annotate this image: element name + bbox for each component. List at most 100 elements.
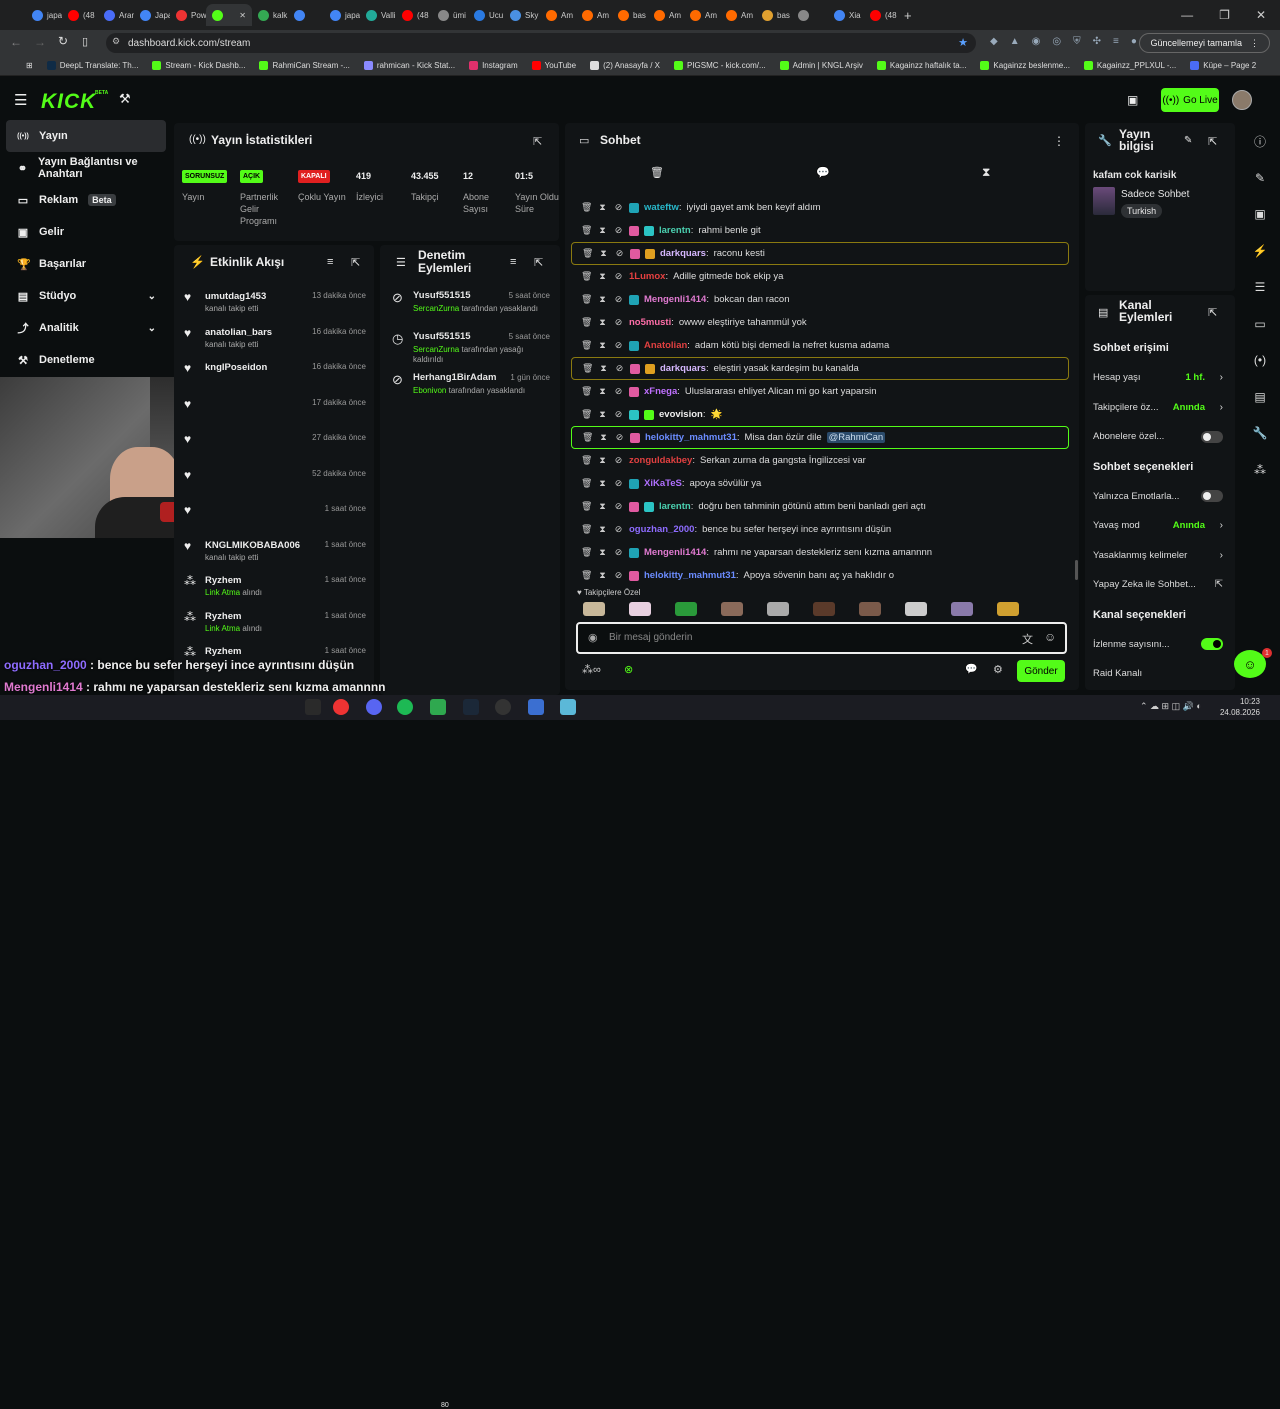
followers-only-row[interactable]: Takipçilere öz... Anında › [1093, 393, 1227, 423]
chat-scrollbar[interactable] [1075, 560, 1078, 580]
apps-grid-icon[interactable]: ⊞ [26, 61, 33, 70]
chat-bubble-icon[interactable]: 💬 [965, 664, 977, 675]
ban-icon[interactable]: ⊘ [613, 202, 624, 213]
popout-icon[interactable]: ⇱ [1208, 306, 1217, 319]
browser-tab[interactable]: Aran [98, 4, 134, 26]
browser-tab[interactable]: Valli [360, 4, 396, 26]
chat-mention[interactable]: @RahmiCan [826, 432, 886, 443]
subs-only-toggle[interactable] [1201, 430, 1223, 443]
filter-icon[interactable]: ≡ [327, 256, 333, 268]
share-icon[interactable]: ⁂ [1240, 452, 1280, 489]
bookmark-item[interactable]: rahmican - Kick Stat... [363, 61, 455, 70]
trash-icon[interactable]: 🗑 [581, 547, 592, 558]
bookmark-item[interactable]: Kagainzz beslenme... [980, 61, 1070, 70]
ban-icon[interactable]: ⊘ [613, 294, 624, 305]
steam-icon[interactable] [463, 699, 479, 715]
back-icon[interactable]: ← [10, 35, 22, 49]
ai-chat-row[interactable]: Yapay Zeka ile Sohbet... ⇱ [1093, 570, 1227, 600]
bookmark-star-icon[interactable]: ★ [958, 36, 968, 49]
trash-icon[interactable]: 🗑 [582, 248, 593, 259]
emote-only-toggle[interactable] [1201, 490, 1223, 503]
trash-icon[interactable]: 🗑 [581, 271, 592, 282]
stats-icon[interactable]: ▤ [1240, 379, 1280, 416]
ban-icon[interactable]: ⊘ [614, 432, 625, 443]
forward-icon[interactable]: → [34, 35, 46, 49]
ban-icon[interactable]: ⊘ [613, 478, 624, 489]
popout-icon[interactable]: ⇱ [351, 256, 360, 269]
emoji-icon[interactable]: ☺ [1044, 630, 1056, 644]
restore-icon[interactable]: ❐ [1219, 8, 1230, 22]
chat-username[interactable]: wateftw [644, 202, 679, 213]
chrome-icon[interactable] [333, 699, 349, 715]
bookmark-item[interactable]: PIGSMC - kick.com/... [674, 61, 766, 70]
app-icon[interactable] [528, 699, 544, 715]
sidebar-item-5[interactable]: ▤ Stüdyo ⌄ [0, 280, 172, 312]
bolt-icon[interactable]: ⚡ [1240, 233, 1280, 270]
chat-username[interactable]: zonguldakbey [629, 455, 692, 466]
sidebar-item-2[interactable]: ▭ Reklam Beta [0, 184, 172, 216]
timeout-icon[interactable]: ⧗ [597, 524, 608, 535]
browser-tab[interactable]: kalk [252, 4, 288, 26]
hammer-icon[interactable]: ⚒ [119, 91, 131, 107]
sidepanel-icon[interactable]: ▯ [82, 35, 88, 48]
broadcast-icon[interactable]: (•) [1240, 342, 1280, 379]
chat-username[interactable]: Mengenli1414 [644, 547, 706, 558]
chat-username[interactable]: darkquars [660, 248, 706, 259]
user-avatar[interactable] [1232, 90, 1252, 110]
close-tab-icon[interactable]: ✕ [239, 11, 246, 20]
view-count-toggle[interactable] [1201, 638, 1223, 651]
emote-icon[interactable] [629, 602, 651, 616]
timeout-icon[interactable]: ⧗ [597, 455, 608, 466]
chat-username[interactable]: 1Lumox [629, 271, 665, 282]
bookmark-item[interactable]: RahmiCan Stream -... [259, 61, 350, 70]
browser-tab[interactable]: (48 [62, 4, 98, 26]
emote-icon[interactable] [905, 602, 927, 616]
bookmark-item[interactable]: Instagram [469, 61, 518, 70]
chat-username[interactable]: oguzhan_2000 [629, 524, 694, 535]
chat-username[interactable]: no5musti [629, 317, 671, 328]
timeout-icon[interactable]: ⧗ [597, 570, 608, 581]
ban-icon[interactable]: ⊘ [613, 524, 624, 535]
trash-icon[interactable]: 🗑 [581, 386, 592, 397]
trash-icon[interactable]: 🗑 [581, 409, 592, 420]
timeout-icon[interactable]: ⧗ [598, 432, 609, 443]
browser-tab[interactable]: japa [324, 4, 360, 26]
spotify-icon[interactable] [397, 699, 413, 715]
browser-tab[interactable]: (48 [864, 4, 900, 26]
filter-icon[interactable]: ≡ [510, 256, 516, 268]
browser-tab[interactable] [792, 4, 828, 26]
site-info-icon[interactable]: ⚙ [112, 36, 120, 47]
chat-username[interactable]: helokitty_mahmut31 [644, 570, 736, 581]
message-icon[interactable]: 💬 [816, 166, 830, 179]
chat-username[interactable]: larentn [659, 225, 691, 236]
trash-icon[interactable]: 🗑 [581, 225, 592, 236]
emoji-menu-icon[interactable]: ◉ [588, 631, 598, 644]
browser-tab[interactable]: Am [684, 4, 720, 26]
trash-icon[interactable]: 🗑 [581, 202, 592, 213]
chat-username[interactable]: evovision [659, 409, 703, 420]
extension-icon[interactable]: ◎ [1052, 36, 1061, 47]
wrench-icon[interactable]: 🔧 [1240, 415, 1280, 452]
trash-icon[interactable]: 🗑 [650, 166, 664, 179]
app-icon[interactable] [560, 699, 576, 715]
info-icon[interactable]: ⓘ [1240, 123, 1280, 160]
more-options-icon[interactable]: ⋮ [1053, 134, 1065, 148]
extension-icon[interactable]: ◆ [990, 36, 998, 47]
bookmark-item[interactable]: Stream - Kick Dashb... [152, 61, 245, 70]
chat-username[interactable]: helokitty_mahmut31 [645, 432, 737, 443]
ban-icon[interactable]: ⊘ [614, 248, 625, 259]
timeout-icon[interactable]: ⧗ [597, 386, 608, 397]
timeout-icon[interactable]: ⧗ [597, 547, 608, 558]
sidebar-item-1[interactable]: ⚭ Yayın Bağlantısı ve Anahtarı [0, 152, 172, 184]
emote-icon[interactable] [997, 602, 1019, 616]
browser-tab[interactable]: Am [720, 4, 756, 26]
update-button[interactable]: Güncellemeyi tamamla ⋮ [1139, 33, 1270, 53]
chat-username[interactable]: darkquars [660, 363, 706, 374]
trash-icon[interactable]: 🗑 [581, 455, 592, 466]
emote-icon[interactable] [767, 602, 789, 616]
bookmark-item[interactable]: Küpe – Page 2 [1190, 61, 1256, 70]
trash-icon[interactable]: 🗑 [581, 570, 592, 581]
browser-tab[interactable]: bas [612, 4, 648, 26]
tray-icons[interactable]: ⌃ ☁ ⊞ ◫ 🔊 ◐ [1140, 701, 1202, 712]
timeout-icon[interactable]: ⧗ [597, 271, 608, 282]
